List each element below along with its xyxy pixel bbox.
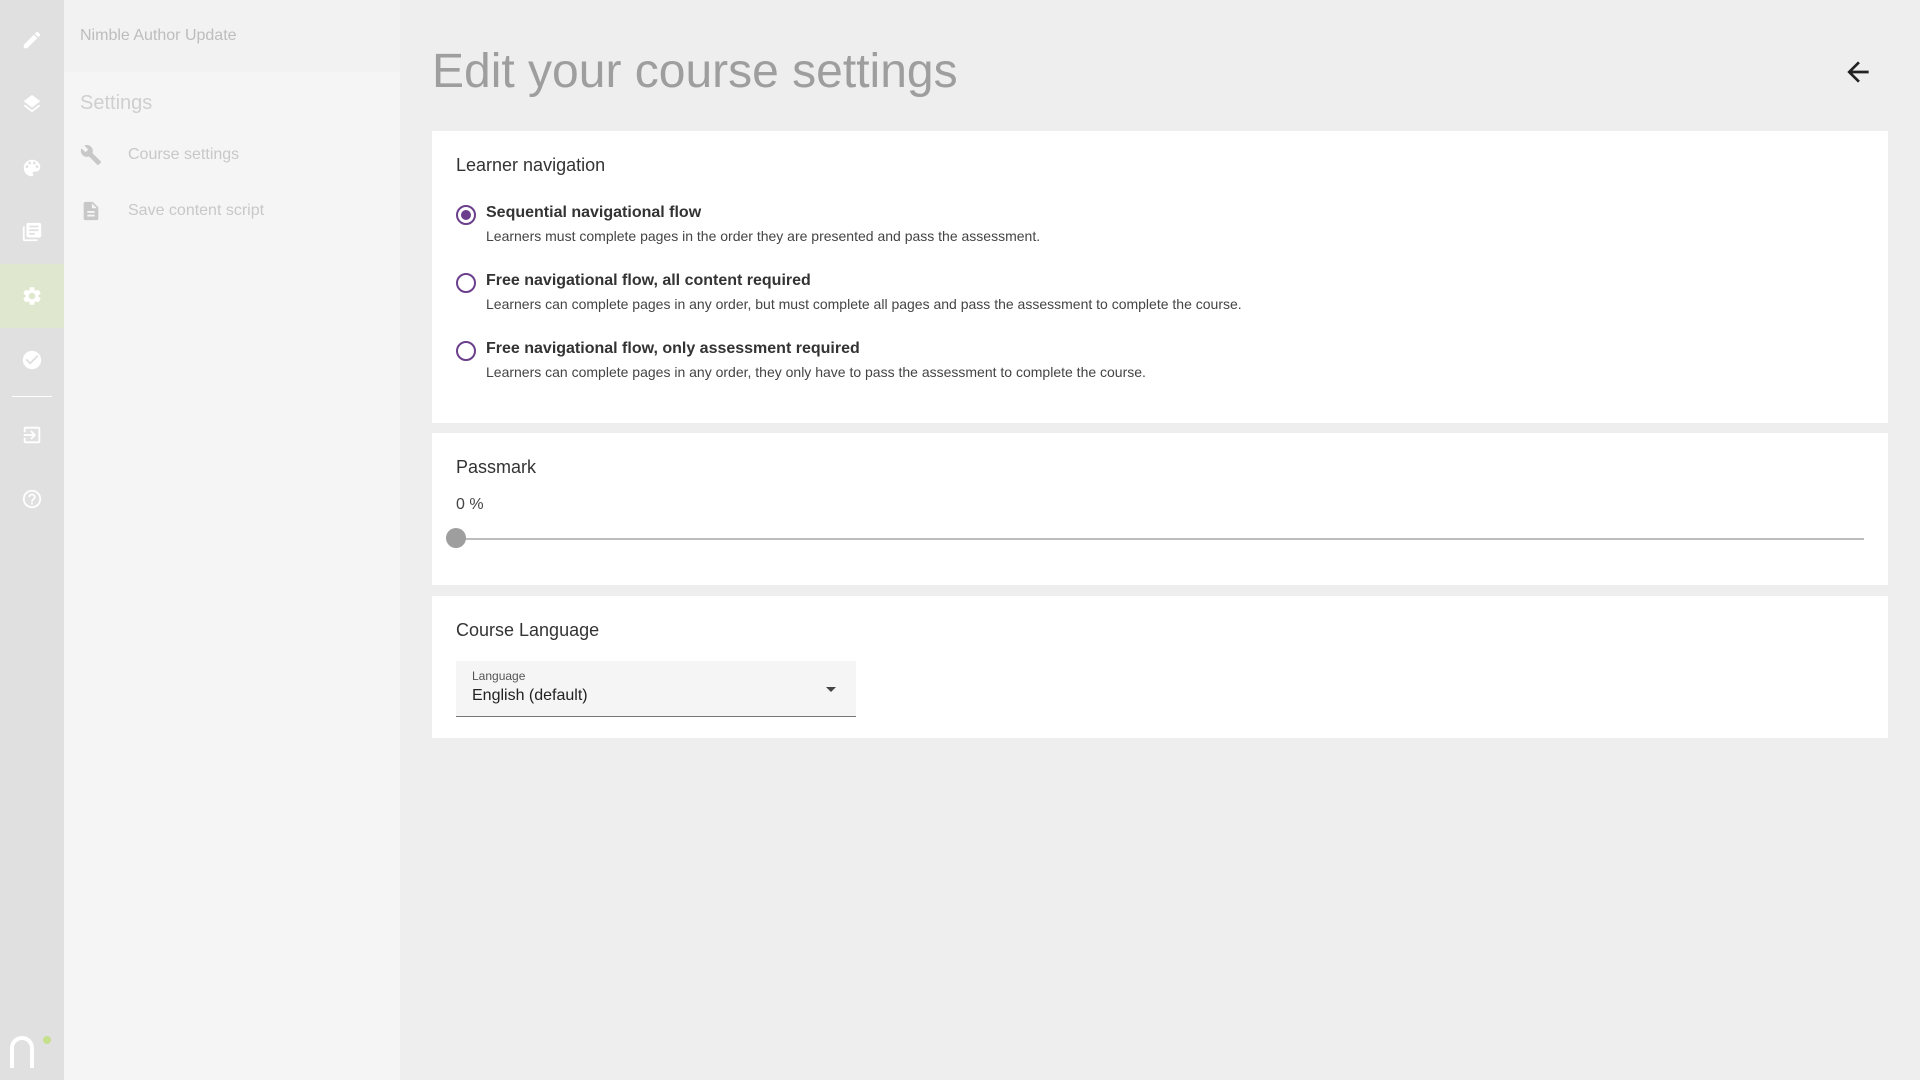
nav-option-free-all-content[interactable]: Free navigational flow, all content requ… (456, 272, 1864, 312)
rail-layers-button[interactable] (0, 72, 64, 136)
caret-down-icon (826, 687, 836, 692)
radio-description: Learners can complete pages in any order… (486, 296, 1242, 312)
passmark-title: Passmark (456, 457, 537, 477)
icon-rail (0, 0, 64, 1080)
course-language-title: Course Language (456, 620, 600, 640)
radio-label: Free navigational flow, only assessment … (486, 340, 860, 357)
rail-edit-button[interactable] (0, 8, 64, 72)
check-circle-icon (22, 350, 42, 370)
rail-library-button[interactable] (0, 200, 64, 264)
rail-settings-button[interactable] (0, 264, 64, 328)
passmark-card: Passmark 0 % (432, 433, 1888, 585)
nav-option-sequential[interactable]: Sequential navigational flow Learners mu… (456, 204, 1864, 244)
nimble-logo (10, 1036, 51, 1068)
course-language-card: Course Language Language English (defaul… (432, 596, 1888, 738)
exit-to-app-icon (23, 426, 41, 444)
library-books-icon (22, 222, 42, 242)
slider-track (456, 538, 1864, 540)
layers-icon (23, 94, 41, 113)
learner-navigation-title: Learner navigation (456, 155, 606, 175)
rail-theme-button[interactable] (0, 136, 64, 200)
rail-publish-button[interactable] (0, 328, 64, 392)
passmark-value: 0 % (456, 496, 484, 513)
language-select[interactable]: Language English (default) (456, 661, 856, 717)
rail-exit-button[interactable] (0, 403, 64, 467)
pencil-icon (23, 31, 41, 49)
settings-panel: Nimble Author Update Settings Course set… (64, 0, 400, 1080)
radio-description: Learners can complete pages in any order… (486, 364, 1146, 380)
nav-option-free-assessment-only[interactable]: Free navigational flow, only assessment … (456, 340, 1864, 380)
language-select-label: Language (472, 669, 526, 683)
arrow-back-icon (1847, 61, 1869, 83)
project-name: Nimble Author Update (64, 0, 400, 72)
radio-label: Sequential navigational flow (486, 204, 702, 221)
palette-icon (23, 159, 41, 177)
document-icon (83, 201, 99, 221)
panel-item-label: Course settings (128, 146, 240, 163)
rail-help-button[interactable] (0, 467, 64, 531)
radio-selected-dot (461, 210, 471, 220)
radio-description: Learners must complete pages in the orde… (486, 228, 1041, 244)
radio-label: Free navigational flow, all content requ… (486, 272, 811, 289)
slider-thumb[interactable] (446, 528, 466, 548)
passmark-slider[interactable] (446, 528, 1864, 548)
wrench-icon (80, 145, 102, 166)
gear-icon (23, 287, 41, 305)
panel-item-label: Save content script (128, 202, 265, 219)
panel-title: Settings (80, 92, 153, 114)
radio-button[interactable] (456, 205, 476, 225)
learner-navigation-card: Learner navigation Sequential navigation… (432, 131, 1888, 423)
page-title: Edit your course settings (432, 45, 958, 98)
back-button[interactable] (1838, 52, 1878, 92)
radio-button[interactable] (456, 341, 476, 361)
language-select-value: English (default) (472, 687, 588, 704)
panel-item-course-settings[interactable]: Course settings (64, 127, 400, 183)
panel-item-save-content-script[interactable]: Save content script (64, 183, 400, 239)
rail-divider (12, 396, 52, 397)
radio-button[interactable] (456, 273, 476, 293)
help-icon (22, 489, 42, 509)
